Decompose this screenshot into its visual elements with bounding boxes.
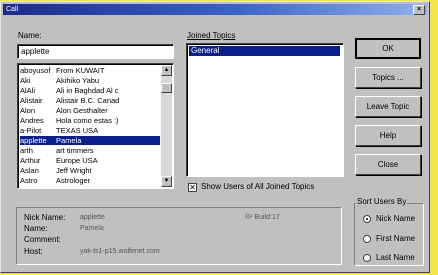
user-list-row[interactable]: Aki Akihiko Yabu bbox=[20, 76, 160, 85]
user-nick: aboyusof bbox=[20, 66, 51, 75]
user-real-name: From KUWAIT bbox=[56, 66, 105, 75]
user-nick: Astro bbox=[20, 176, 38, 185]
user-nick: applette bbox=[20, 136, 47, 145]
user-list-row[interactable]: Aslan Jeff Wright bbox=[20, 166, 160, 175]
topics-button[interactable]: Topics ... bbox=[355, 67, 421, 88]
user-list-row[interactable]: Alistair Alistair B.C. Canad bbox=[20, 96, 160, 105]
sort-option-label[interactable]: Nick Name bbox=[376, 214, 415, 224]
user-real-name: TEXAS USA bbox=[56, 126, 99, 135]
name-input[interactable]: applette bbox=[17, 44, 174, 59]
user-real-name: Akihiko Yabu bbox=[56, 76, 100, 85]
info-build: ®¹ Build:17 bbox=[245, 214, 280, 221]
user-nick: Andres bbox=[20, 116, 44, 125]
user-list-row[interactable]: AlAli Ali in Baghdad Al c bbox=[20, 86, 160, 95]
info-nick-label: Nick Name: bbox=[24, 213, 66, 222]
name-label: Name: bbox=[18, 31, 42, 40]
user-list-row[interactable]: applette Pamela bbox=[20, 136, 160, 145]
sort-radio[interactable] bbox=[363, 215, 371, 223]
show-all-users-label: Show Users of All Joined Topics bbox=[201, 182, 315, 191]
info-host-label: Host: bbox=[24, 247, 43, 256]
show-all-users-checkbox[interactable]: ✕ bbox=[188, 183, 197, 192]
user-list-row[interactable]: aboyusof From KUWAIT bbox=[20, 66, 160, 75]
user-list-row[interactable]: arth art timmers bbox=[20, 146, 160, 155]
help-button[interactable]: Help bbox=[355, 125, 421, 146]
info-comment-label: Comment: bbox=[24, 235, 61, 244]
title-bar[interactable]: Call × bbox=[3, 4, 427, 15]
info-host-value: yak-ts1-p15.wolfenet.com bbox=[80, 248, 160, 255]
user-real-name: Jeff Wright bbox=[56, 166, 92, 175]
user-real-name: Hola como estas :) bbox=[56, 116, 119, 125]
user-list-row[interactable]: Arthur Europe USA bbox=[20, 156, 160, 165]
user-real-name: Alon Gesthalter bbox=[56, 106, 108, 115]
user-real-name: Astrologer bbox=[56, 176, 91, 185]
sort-option-label[interactable]: First Name bbox=[376, 234, 415, 244]
user-real-name: Alistair B.C. Canad bbox=[56, 96, 120, 105]
sort-users-label: Sort Users By bbox=[356, 197, 408, 207]
close-window-button[interactable]: × bbox=[413, 5, 425, 15]
user-list-row[interactable]: Alon Alon Gesthalter bbox=[20, 106, 160, 115]
joined-topics-list[interactable]: General bbox=[186, 43, 344, 177]
sort-option-label[interactable]: Last Name bbox=[376, 253, 415, 263]
topic-item[interactable]: General bbox=[189, 46, 340, 56]
user-list-scrollbar[interactable]: ▲ ▼ bbox=[161, 65, 172, 187]
info-name-label: Name: bbox=[24, 224, 48, 233]
sort-radio[interactable] bbox=[363, 254, 371, 262]
scroll-up-icon[interactable]: ▲ bbox=[161, 65, 172, 76]
user-real-name: Ali in Baghdad Al c bbox=[56, 86, 119, 95]
user-nick: Arthur bbox=[20, 156, 41, 165]
user-nick: Aki bbox=[20, 76, 31, 85]
close-button[interactable]: Close bbox=[355, 154, 421, 175]
scroll-down-icon[interactable]: ▼ bbox=[161, 176, 172, 187]
user-list[interactable]: aboyusof From KUWAIT Aki Akihiko Yabu AlAli A… bbox=[17, 63, 174, 189]
window-title: Call bbox=[6, 6, 19, 13]
user-nick: arth bbox=[20, 146, 33, 155]
user-real-name: Europe USA bbox=[56, 156, 98, 165]
info-name-value: Pamela bbox=[80, 225, 104, 232]
sort-radio[interactable] bbox=[363, 235, 371, 243]
user-list-row[interactable]: Andres Hola como estas :) bbox=[20, 116, 160, 125]
user-real-name: Pamela bbox=[56, 136, 82, 145]
user-list-row[interactable]: a-Pilot TEXAS USA bbox=[20, 126, 160, 135]
leave-topic-button[interactable]: Leave Topic bbox=[355, 96, 421, 117]
scroll-thumb[interactable] bbox=[161, 83, 172, 93]
user-real-name: art timmers bbox=[56, 146, 94, 155]
user-nick: Alistair bbox=[20, 96, 43, 105]
info-nick-value: applette bbox=[80, 214, 105, 221]
user-nick: a-Pilot bbox=[20, 126, 42, 135]
ok-button[interactable]: OK bbox=[355, 38, 421, 59]
user-nick: AlAli bbox=[20, 86, 36, 95]
user-nick: Aslan bbox=[20, 166, 39, 175]
joined-topics-label: Joined Topics bbox=[187, 31, 236, 40]
user-nick: Alon bbox=[20, 106, 36, 115]
user-list-row[interactable]: Astro Astrologer bbox=[20, 176, 160, 185]
